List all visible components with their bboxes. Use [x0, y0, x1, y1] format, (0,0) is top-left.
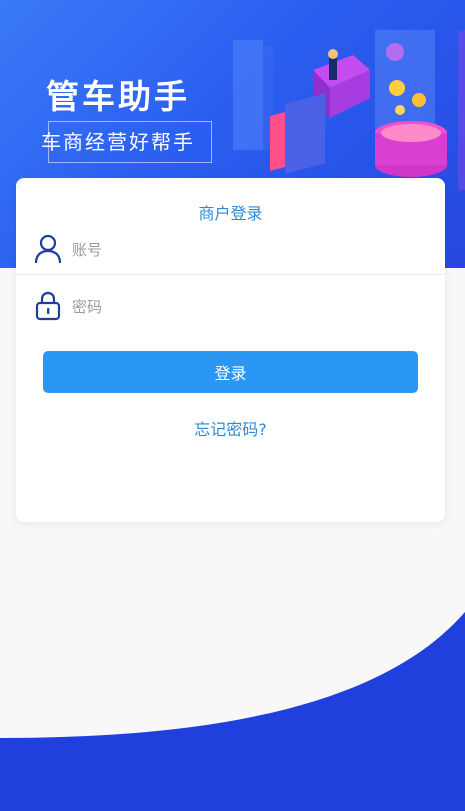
login-button[interactable]: 登录 — [43, 351, 418, 393]
forgot-password-link[interactable]: 忘记密码? — [16, 416, 445, 440]
app-title: 管车助手 — [46, 77, 190, 116]
account-input[interactable] — [72, 236, 412, 264]
lock-icon — [35, 291, 61, 321]
account-field — [16, 228, 445, 275]
login-title: 商户登录 — [198, 204, 263, 223]
password-input[interactable] — [72, 293, 412, 321]
bottom-wave-decoration — [0, 612, 465, 811]
password-field — [16, 285, 445, 329]
login-card: 商户登录 登录 忘记密码? — [16, 178, 445, 522]
app-subtitle: 车商经营好帮手 — [41, 121, 212, 163]
user-icon — [34, 234, 62, 264]
